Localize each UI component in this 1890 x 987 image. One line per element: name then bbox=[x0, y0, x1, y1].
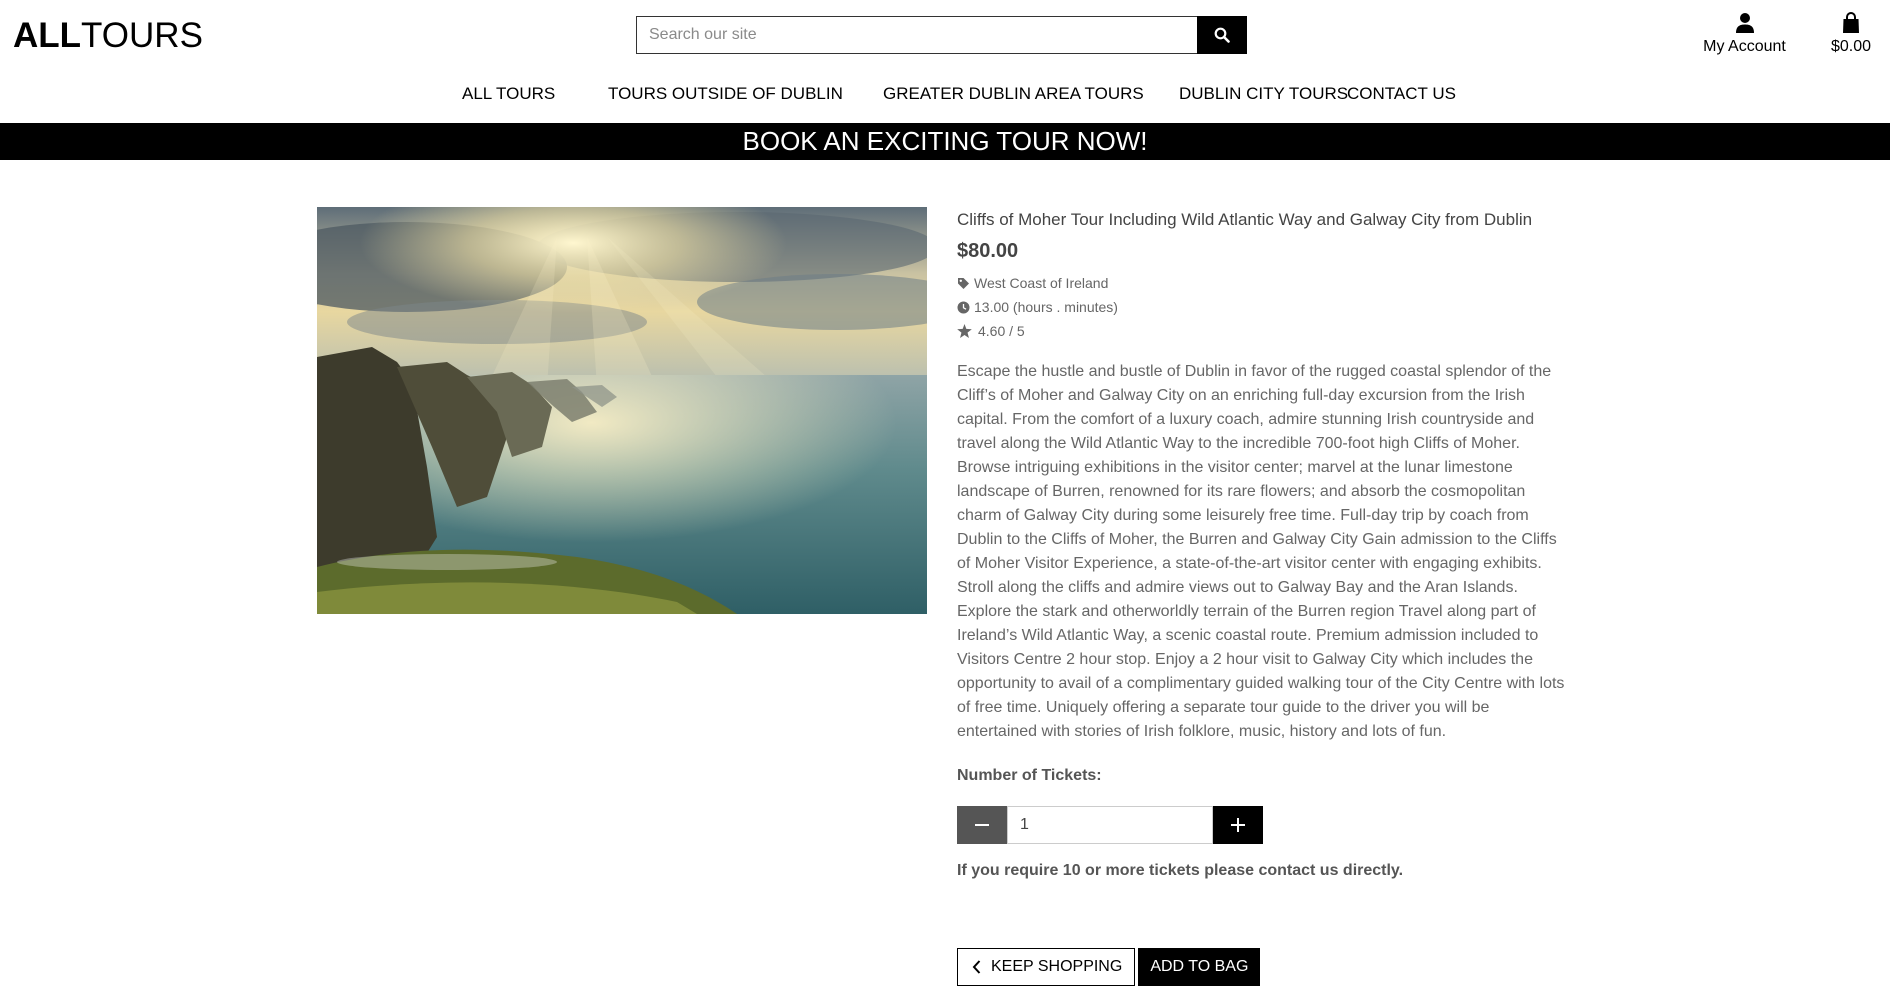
product-price: $80.00 bbox=[957, 240, 1019, 262]
shopping-bag-icon bbox=[1843, 12, 1859, 33]
user-icon bbox=[1735, 13, 1754, 33]
duration-label: 13.00 (hours . minutes) bbox=[974, 299, 1118, 315]
product-category[interactable]: West Coast of Ireland bbox=[957, 271, 1569, 295]
main-nav: ALL TOURS TOURS OUTSIDE OF DUBLIN GREATE… bbox=[0, 84, 1890, 108]
shopping-bag-link[interactable]: $0.00 bbox=[1822, 12, 1880, 56]
my-account-link[interactable]: My Account bbox=[1697, 12, 1792, 56]
minus-icon bbox=[975, 824, 989, 826]
clock-icon bbox=[957, 301, 970, 313]
nav-tours-outside-dublin[interactable]: TOURS OUTSIDE OF DUBLIN bbox=[608, 84, 843, 104]
product-rating: 4.60 / 5 bbox=[957, 319, 1569, 343]
tickets-label: Number of Tickets: bbox=[957, 767, 1102, 784]
product-title: Cliffs of Moher Tour Including Wild Atla… bbox=[957, 210, 1533, 229]
rating-label: 4.60 / 5 bbox=[978, 323, 1025, 339]
category-label: West Coast of Ireland bbox=[974, 275, 1109, 291]
search-icon bbox=[1214, 27, 1230, 43]
keep-shopping-button[interactable]: KEEP SHOPPING bbox=[957, 948, 1136, 986]
decrement-button[interactable] bbox=[957, 806, 1007, 844]
plus-icon bbox=[1231, 818, 1245, 832]
my-account-label: My Account bbox=[1703, 38, 1786, 55]
logo-light-text: TOURS bbox=[81, 16, 203, 55]
site-logo[interactable]: ALLTOURS bbox=[13, 16, 203, 56]
promo-banner: BOOK AN EXCITING TOUR NOW! bbox=[0, 123, 1890, 160]
site-header: ALLTOURS My Account $0.00 ALL bbox=[0, 0, 1890, 123]
bag-total: $0.00 bbox=[1830, 38, 1872, 55]
quantity-input[interactable] bbox=[1007, 806, 1213, 844]
logo-bold-text: ALL bbox=[13, 16, 82, 55]
nav-all-tours[interactable]: ALL TOURS bbox=[462, 84, 555, 104]
nav-dublin-city-tours[interactable]: DUBLIN CITY TOURS bbox=[1179, 84, 1348, 104]
quantity-stepper bbox=[957, 806, 1263, 844]
product-actions: KEEP SHOPPING ADD TO BAG bbox=[957, 948, 1261, 986]
tour-image bbox=[317, 207, 927, 614]
product-description: Escape the hustle and bustle of Dublin i… bbox=[957, 363, 1565, 740]
chevron-left-icon bbox=[972, 960, 981, 974]
search-button[interactable] bbox=[1197, 16, 1247, 54]
nav-contact-us[interactable]: CONTACT US bbox=[1347, 84, 1456, 104]
product-duration: 13.00 (hours . minutes) bbox=[957, 295, 1569, 319]
star-icon bbox=[957, 324, 972, 338]
add-to-bag-button[interactable]: ADD TO BAG bbox=[1138, 948, 1261, 986]
product-details: Cliffs of Moher Tour Including Wild Atla… bbox=[957, 207, 1569, 744]
increment-button[interactable] bbox=[1213, 806, 1263, 844]
tag-icon bbox=[958, 277, 969, 289]
nav-greater-dublin-tours[interactable]: GREATER DUBLIN AREA TOURS bbox=[883, 84, 1144, 104]
search-input[interactable] bbox=[636, 16, 1197, 54]
search-form bbox=[636, 16, 1247, 54]
keep-shopping-label: KEEP SHOPPING bbox=[991, 958, 1123, 975]
bulk-ticket-note: If you require 10 or more tickets please… bbox=[957, 862, 1404, 879]
